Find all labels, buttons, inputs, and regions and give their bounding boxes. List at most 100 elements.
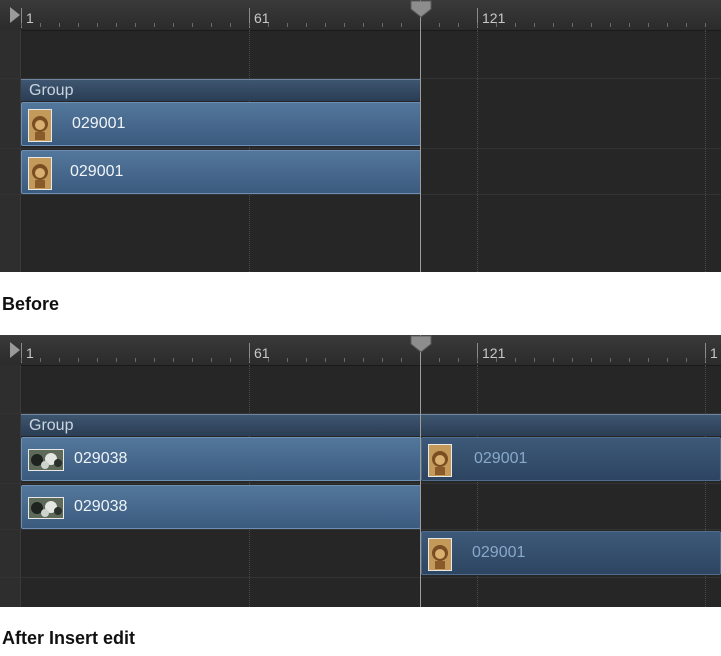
track-divider bbox=[0, 148, 721, 149]
ruler-minor-tick bbox=[154, 23, 155, 27]
ruler-minor-tick bbox=[515, 358, 516, 362]
ruler-minor-tick bbox=[59, 358, 60, 362]
ruler-minor-tick bbox=[116, 358, 117, 362]
play-range-marker-icon[interactable] bbox=[10, 7, 20, 23]
lion-thumbnail-icon bbox=[428, 538, 452, 571]
ruler-minor-tick bbox=[287, 23, 288, 27]
timeline-ruler[interactable]: 1 61 121 bbox=[0, 0, 721, 31]
caption-before: Before bbox=[2, 294, 60, 314]
ruler-minor-tick bbox=[135, 358, 136, 362]
ruler-minor-tick bbox=[306, 23, 307, 27]
ruler-minor-tick bbox=[40, 358, 41, 362]
ruler-minor-tick bbox=[686, 358, 687, 362]
ruler-minor-tick bbox=[610, 23, 611, 27]
ruler-minor-tick bbox=[211, 358, 212, 362]
ruler-minor-tick bbox=[154, 358, 155, 362]
ruler-minor-tick bbox=[230, 358, 231, 362]
clip-name: 029001 bbox=[474, 450, 528, 467]
clip-bar[interactable]: 029038 bbox=[21, 437, 421, 481]
ruler-minor-tick bbox=[382, 23, 383, 27]
ruler-minor-tick bbox=[173, 23, 174, 27]
ruler-minor-tick bbox=[458, 358, 459, 362]
grid-line bbox=[477, 30, 478, 272]
ruler-minor-tick bbox=[401, 23, 402, 27]
track-divider bbox=[0, 577, 721, 578]
ruler-minor-tick bbox=[572, 23, 573, 27]
ruler-minor-tick bbox=[249, 358, 250, 362]
ruler-minor-tick bbox=[439, 23, 440, 27]
ruler-minor-tick bbox=[572, 358, 573, 362]
ruler-minor-tick bbox=[97, 23, 98, 27]
ruler-minor-tick bbox=[458, 23, 459, 27]
playhead-line[interactable] bbox=[420, 0, 421, 272]
ruler-label: 121 bbox=[482, 345, 506, 361]
ruler-minor-tick bbox=[629, 358, 630, 362]
ruler-label: 1 bbox=[26, 345, 34, 361]
ruler-minor-tick bbox=[705, 358, 706, 362]
animals-thumbnail-icon bbox=[28, 449, 64, 471]
play-range-marker-icon[interactable] bbox=[10, 342, 20, 358]
ruler-minor-tick bbox=[705, 23, 706, 27]
ruler-minor-tick bbox=[667, 23, 668, 27]
caption-after: After Insert edit bbox=[2, 628, 136, 648]
ruler-minor-tick bbox=[78, 23, 79, 27]
grid-line bbox=[705, 30, 706, 272]
playhead-handle-icon[interactable] bbox=[410, 335, 432, 353]
ruler-minor-tick bbox=[40, 23, 41, 27]
ruler-minor-tick bbox=[268, 358, 269, 362]
ruler-label: 1 bbox=[710, 345, 718, 361]
ruler-minor-tick bbox=[249, 23, 250, 27]
ruler-minor-tick bbox=[401, 358, 402, 362]
ruler-minor-tick bbox=[477, 23, 478, 27]
clip-bar[interactable]: 029001 bbox=[421, 531, 721, 575]
ruler-minor-tick bbox=[363, 23, 364, 27]
ruler-minor-tick bbox=[59, 23, 60, 27]
ruler-minor-tick bbox=[21, 358, 22, 362]
ruler-minor-tick bbox=[78, 358, 79, 362]
ruler-minor-tick bbox=[591, 23, 592, 27]
ruler-minor-tick bbox=[363, 358, 364, 362]
ruler-minor-tick bbox=[325, 23, 326, 27]
clip-bar[interactable]: 029001 bbox=[21, 102, 421, 146]
ruler-label: 121 bbox=[482, 10, 506, 26]
group-layer-bar[interactable]: Group bbox=[21, 414, 721, 436]
ruler-minor-tick bbox=[534, 358, 535, 362]
ruler-minor-tick bbox=[173, 358, 174, 362]
ruler-minor-tick bbox=[135, 23, 136, 27]
playhead-line[interactable] bbox=[420, 335, 421, 607]
playhead-handle-icon[interactable] bbox=[410, 0, 432, 18]
clip-name: 029038 bbox=[74, 498, 128, 515]
timeline-before: 1 61 121 Group 029001 029001 bbox=[0, 0, 721, 272]
timeline-after: 1 61 121 1 Group 029038 029001 029038 02… bbox=[0, 335, 721, 607]
clip-bar[interactable]: 029001 bbox=[21, 150, 421, 194]
ruler-minor-tick bbox=[287, 358, 288, 362]
ruler-minor-tick bbox=[268, 23, 269, 27]
timeline-ruler[interactable]: 1 61 121 1 bbox=[0, 335, 721, 366]
ruler-minor-tick bbox=[116, 23, 117, 27]
group-layer-bar[interactable]: Group bbox=[21, 79, 421, 101]
ruler-minor-tick bbox=[192, 23, 193, 27]
group-label: Group bbox=[29, 82, 74, 99]
ruler-minor-tick bbox=[496, 23, 497, 27]
ruler-minor-tick bbox=[230, 23, 231, 27]
group-label: Group bbox=[29, 417, 74, 434]
ruler-label: 1 bbox=[26, 10, 34, 26]
ruler-minor-tick bbox=[306, 358, 307, 362]
ruler-minor-tick bbox=[610, 358, 611, 362]
ruler-minor-tick bbox=[477, 358, 478, 362]
ruler-minor-tick bbox=[534, 23, 535, 27]
clip-bar[interactable]: 029038 bbox=[21, 485, 421, 529]
clip-name: 029001 bbox=[472, 544, 526, 561]
ruler-minor-tick bbox=[553, 358, 554, 362]
ruler-minor-tick bbox=[211, 23, 212, 27]
ruler-minor-tick bbox=[325, 358, 326, 362]
ruler-minor-tick bbox=[667, 358, 668, 362]
ruler-minor-tick bbox=[591, 358, 592, 362]
track-header-strip bbox=[0, 30, 21, 272]
track-divider bbox=[0, 483, 721, 484]
ruler-minor-tick bbox=[192, 358, 193, 362]
ruler-minor-tick bbox=[97, 358, 98, 362]
track-divider bbox=[0, 194, 721, 195]
clip-bar[interactable]: 029001 bbox=[421, 437, 721, 481]
ruler-minor-tick bbox=[648, 23, 649, 27]
